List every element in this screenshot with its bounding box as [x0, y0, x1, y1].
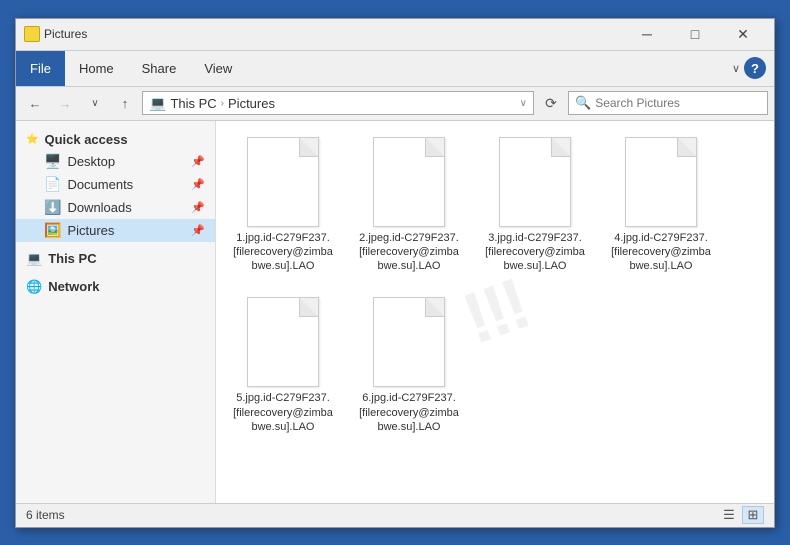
status-bar: 6 items ☰ ⊞ [16, 503, 774, 527]
search-input[interactable] [595, 96, 761, 110]
file-icon [625, 137, 697, 227]
pictures-icon: 🖼️ [44, 222, 61, 239]
forward-button[interactable]: → [52, 90, 78, 116]
documents-icon: 📄 [44, 176, 61, 193]
desktop-icon: 🖥️ [44, 153, 61, 170]
sidebar-downloads-label: Downloads [67, 200, 131, 215]
network-expand-icon: 🌐 [26, 279, 42, 295]
search-box[interactable]: 🔍 [568, 91, 768, 115]
file-content: !!! 1.jpg.id-C279F237.[filerecovery@zimb… [216, 121, 774, 503]
maximize-button[interactable]: □ [672, 18, 718, 50]
file-name: 5.jpg.id-C279F237.[filerecovery@zimbabwe… [232, 391, 334, 434]
sidebar-pictures-label: Pictures [67, 223, 114, 238]
path-pictures[interactable]: Pictures [228, 96, 275, 111]
file-item[interactable]: 3.jpg.id-C279F237.[filerecovery@zimbabwe… [480, 133, 590, 278]
recent-button[interactable]: ∨ [82, 90, 108, 116]
close-button[interactable]: ✕ [720, 18, 766, 50]
sidebar-section-this-pc[interactable]: 💻 This PC [16, 248, 215, 270]
sidebar-item-pictures[interactable]: 🖼️ Pictures 📌 [16, 219, 215, 242]
ribbon-tab-file[interactable]: File [16, 51, 65, 86]
main-area: ⭐ Quick access 🖥️ Desktop 📌 📄 Documents … [16, 121, 774, 503]
sidebar-section-network[interactable]: 🌐 Network [16, 276, 215, 298]
file-icon [373, 297, 445, 387]
explorer-window: Pictures ─ □ ✕ File Home Share View ∨ ? … [15, 18, 775, 528]
file-grid: 1.jpg.id-C279F237.[filerecovery@zimbabwe… [228, 133, 762, 439]
sidebar-documents-label: Documents [67, 177, 133, 192]
status-text: 6 items [26, 508, 718, 522]
path-separator-1: › [221, 98, 224, 109]
file-icon [499, 137, 571, 227]
file-item[interactable]: 5.jpg.id-C279F237.[filerecovery@zimbabwe… [228, 293, 338, 438]
file-name: 6.jpg.id-C279F237.[filerecovery@zimbabwe… [358, 391, 460, 434]
file-name: 2.jpeg.id-C279F237.[filerecovery@zimbabw… [358, 231, 460, 274]
sidebar-item-documents[interactable]: 📄 Documents 📌 [16, 173, 215, 196]
documents-pin-icon: 📌 [191, 178, 205, 191]
file-name: 1.jpg.id-C279F237.[filerecovery@zimbabwe… [232, 231, 334, 274]
file-icon [247, 137, 319, 227]
ribbon: File Home Share View ∨ ? [16, 51, 774, 87]
network-label: Network [48, 279, 99, 294]
ribbon-tab-share[interactable]: Share [128, 55, 191, 82]
this-pc-label: This PC [48, 251, 96, 266]
file-name: 4.jpg.id-C279F237.[filerecovery@zimbabwe… [610, 231, 712, 274]
quick-access-expand-icon: ⭐ [26, 134, 38, 145]
view-buttons: ☰ ⊞ [718, 506, 764, 524]
title-bar-left: Pictures [24, 26, 624, 42]
address-path[interactable]: 💻 This PC › Pictures ∨ [142, 91, 534, 115]
search-icon: 🔍 [575, 95, 591, 111]
downloads-icon: ⬇️ [44, 199, 61, 216]
file-item[interactable]: 4.jpg.id-C279F237.[filerecovery@zimbabwe… [606, 133, 716, 278]
file-item[interactable]: 1.jpg.id-C279F237.[filerecovery@zimbabwe… [228, 133, 338, 278]
refresh-button[interactable]: ⟳ [538, 90, 564, 116]
ribbon-right: ∨ ? [732, 57, 774, 79]
address-bar: ← → ∨ ↑ 💻 This PC › Pictures ∨ ⟳ 🔍 [16, 87, 774, 121]
back-button[interactable]: ← [22, 90, 48, 116]
ribbon-tab-view[interactable]: View [190, 55, 246, 82]
list-view-button[interactable]: ☰ [718, 506, 740, 524]
desktop-pin-icon: 📌 [191, 155, 205, 168]
sidebar: ⭐ Quick access 🖥️ Desktop 📌 📄 Documents … [16, 121, 216, 503]
help-button[interactable]: ? [744, 57, 766, 79]
title-controls: ─ □ ✕ [624, 18, 766, 50]
path-this-pc[interactable]: This PC [170, 96, 216, 111]
sidebar-section-quick-access[interactable]: ⭐ Quick access [16, 129, 215, 150]
file-icon [373, 137, 445, 227]
path-icon: 💻 [149, 95, 166, 112]
sidebar-item-desktop[interactable]: 🖥️ Desktop 📌 [16, 150, 215, 173]
up-button[interactable]: ↑ [112, 90, 138, 116]
ribbon-collapse-icon[interactable]: ∨ [732, 62, 740, 75]
window-icon [24, 26, 40, 42]
path-dropdown-icon[interactable]: ∨ [520, 98, 527, 109]
icon-view-button[interactable]: ⊞ [742, 506, 764, 524]
file-item[interactable]: 6.jpg.id-C279F237.[filerecovery@zimbabwe… [354, 293, 464, 438]
file-item[interactable]: 2.jpeg.id-C279F237.[filerecovery@zimbabw… [354, 133, 464, 278]
sidebar-item-downloads[interactable]: ⬇️ Downloads 📌 [16, 196, 215, 219]
this-pc-expand-icon: 💻 [26, 251, 42, 267]
pictures-pin-icon: 📌 [191, 224, 205, 237]
downloads-pin-icon: 📌 [191, 201, 205, 214]
title-bar: Pictures ─ □ ✕ [16, 19, 774, 51]
ribbon-tab-home[interactable]: Home [65, 55, 128, 82]
window-title: Pictures [44, 27, 87, 41]
sidebar-desktop-label: Desktop [67, 154, 115, 169]
file-icon [247, 297, 319, 387]
minimize-button[interactable]: ─ [624, 18, 670, 50]
quick-access-label: Quick access [44, 132, 127, 147]
file-name: 3.jpg.id-C279F237.[filerecovery@zimbabwe… [484, 231, 586, 274]
